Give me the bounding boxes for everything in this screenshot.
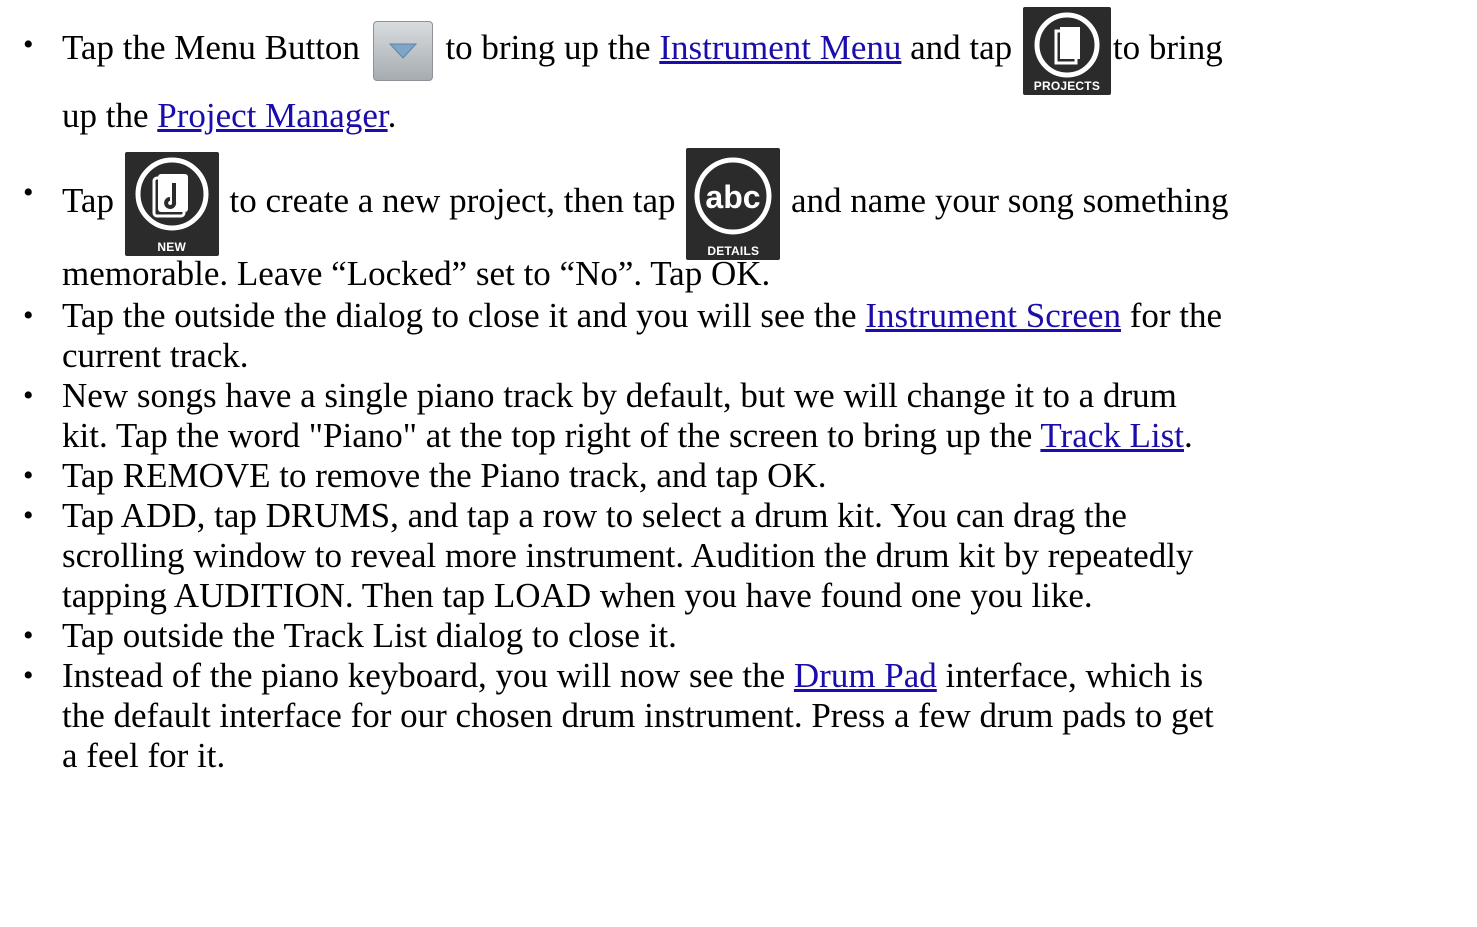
- step-text: interface, which is: [936, 656, 1204, 695]
- instructions-document: • Tap the Menu Button to bring up the In…: [0, 0, 1477, 776]
- bullet: •: [23, 619, 34, 652]
- step-text: to bring: [1112, 28, 1223, 67]
- step-text: Tap the Menu Button: [62, 28, 360, 67]
- step-line: Tap outside the Track List dialog to clo…: [62, 616, 1473, 656]
- details-icon[interactable]: abc DETAILS: [686, 148, 781, 260]
- step-line: Instead of the piano keyboard, you will …: [62, 656, 1473, 696]
- step-text: Tap outside the Track List dialog to clo…: [62, 616, 677, 655]
- bullet: •: [23, 659, 34, 692]
- link-instrument-menu[interactable]: Instrument Menu: [659, 28, 901, 67]
- step-text: Tap REMOVE to remove the Piano track, an…: [62, 456, 827, 495]
- step-line: current track.: [62, 336, 1473, 376]
- step-text: up the: [62, 96, 158, 135]
- step-text: and tap: [901, 28, 1021, 67]
- step-item: • Tap NEW to create a new project, then …: [0, 138, 1477, 296]
- step-line: tapping AUDITION. Then tap LOAD when you…: [62, 576, 1473, 616]
- projects-icon-label: PROJECTS: [1033, 78, 1101, 93]
- step-text: New songs have a single piano track by d…: [62, 376, 1177, 415]
- step-text: scrolling window to reveal more instrume…: [62, 536, 1194, 575]
- step-line: Tap NEW to create a new project, then ta…: [62, 148, 1473, 260]
- bullet: •: [23, 459, 34, 492]
- step-text: memorable. Leave “Locked” set to “No”. T…: [62, 254, 771, 293]
- step-text: a feel for it.: [62, 736, 226, 775]
- step-item: • Tap REMOVE to remove the Piano track, …: [0, 456, 1477, 496]
- step-line: a feel for it.: [62, 736, 1473, 776]
- step-text: Tap: [62, 181, 123, 221]
- step-text: and name your song something: [782, 181, 1229, 221]
- step-text: Instead of the piano keyboard, you will …: [62, 656, 794, 695]
- link-project-manager[interactable]: Project Manager: [157, 96, 387, 135]
- details-icon-glyph: abc: [706, 179, 761, 215]
- bullet: •: [23, 176, 34, 209]
- step-text: .: [387, 96, 397, 135]
- bullet: •: [23, 379, 34, 412]
- link-drum-pad[interactable]: Drum Pad: [794, 656, 937, 695]
- step-line: New songs have a single piano track by d…: [62, 376, 1473, 416]
- menu-button-icon[interactable]: [372, 20, 433, 81]
- step-line: Tap REMOVE to remove the Piano track, an…: [62, 456, 1473, 496]
- step-line: kit. Tap the word "Piano" at the top rig…: [62, 416, 1473, 456]
- step-line: up the Project Manager.: [62, 96, 1473, 136]
- step-line: scrolling window to reveal more instrume…: [62, 536, 1473, 576]
- step-text: current track.: [62, 336, 249, 375]
- new-icon-label: NEW: [157, 240, 187, 254]
- step-line: Tap the Menu Button to bring up the Inst…: [62, 4, 1473, 95]
- step-text: the default interface for our chosen dru…: [62, 696, 1214, 735]
- step-line: Tap ADD, tap DRUMS, and tap a row to sel…: [62, 496, 1473, 536]
- step-text: .: [1183, 416, 1193, 455]
- step-line: the default interface for our chosen dru…: [62, 696, 1473, 736]
- bullet: •: [23, 28, 34, 61]
- step-text: for the: [1120, 296, 1223, 335]
- link-instrument-screen[interactable]: Instrument Screen: [865, 296, 1121, 335]
- step-item: • Instead of the piano keyboard, you wil…: [0, 656, 1477, 776]
- link-track-list[interactable]: Track List: [1040, 416, 1184, 455]
- step-item: • Tap the Menu Button to bring up the In…: [0, 0, 1477, 138]
- step-item: • Tap outside the Track List dialog to c…: [0, 616, 1477, 656]
- step-text: Tap ADD, tap DRUMS, and tap a row to sel…: [62, 496, 1127, 535]
- details-icon-label: DETAILS: [707, 244, 760, 258]
- step-item: • Tap the outside the dialog to close it…: [0, 296, 1477, 376]
- step-line: Tap the outside the dialog to close it a…: [62, 296, 1473, 336]
- bullet: •: [23, 499, 34, 532]
- step-text: to create a new project, then tap: [220, 181, 685, 221]
- step-line: memorable. Leave “Locked” set to “No”. T…: [62, 254, 1473, 294]
- step-text: tapping AUDITION. Then tap LOAD when you…: [62, 576, 1093, 615]
- bullet: •: [23, 299, 34, 332]
- step-text: kit. Tap the word "Piano" at the top rig…: [62, 416, 1041, 455]
- step-text: to bring up the: [436, 28, 660, 67]
- step-item: • Tap ADD, tap DRUMS, and tap a row to s…: [0, 496, 1477, 616]
- step-item: • New songs have a single piano track by…: [0, 376, 1477, 456]
- instruction-list: • Tap the Menu Button to bring up the In…: [0, 0, 1477, 776]
- projects-icon[interactable]: PROJECTS: [1022, 6, 1111, 95]
- new-project-icon[interactable]: NEW: [124, 152, 219, 256]
- step-text: Tap the outside the dialog to close it a…: [62, 296, 866, 335]
